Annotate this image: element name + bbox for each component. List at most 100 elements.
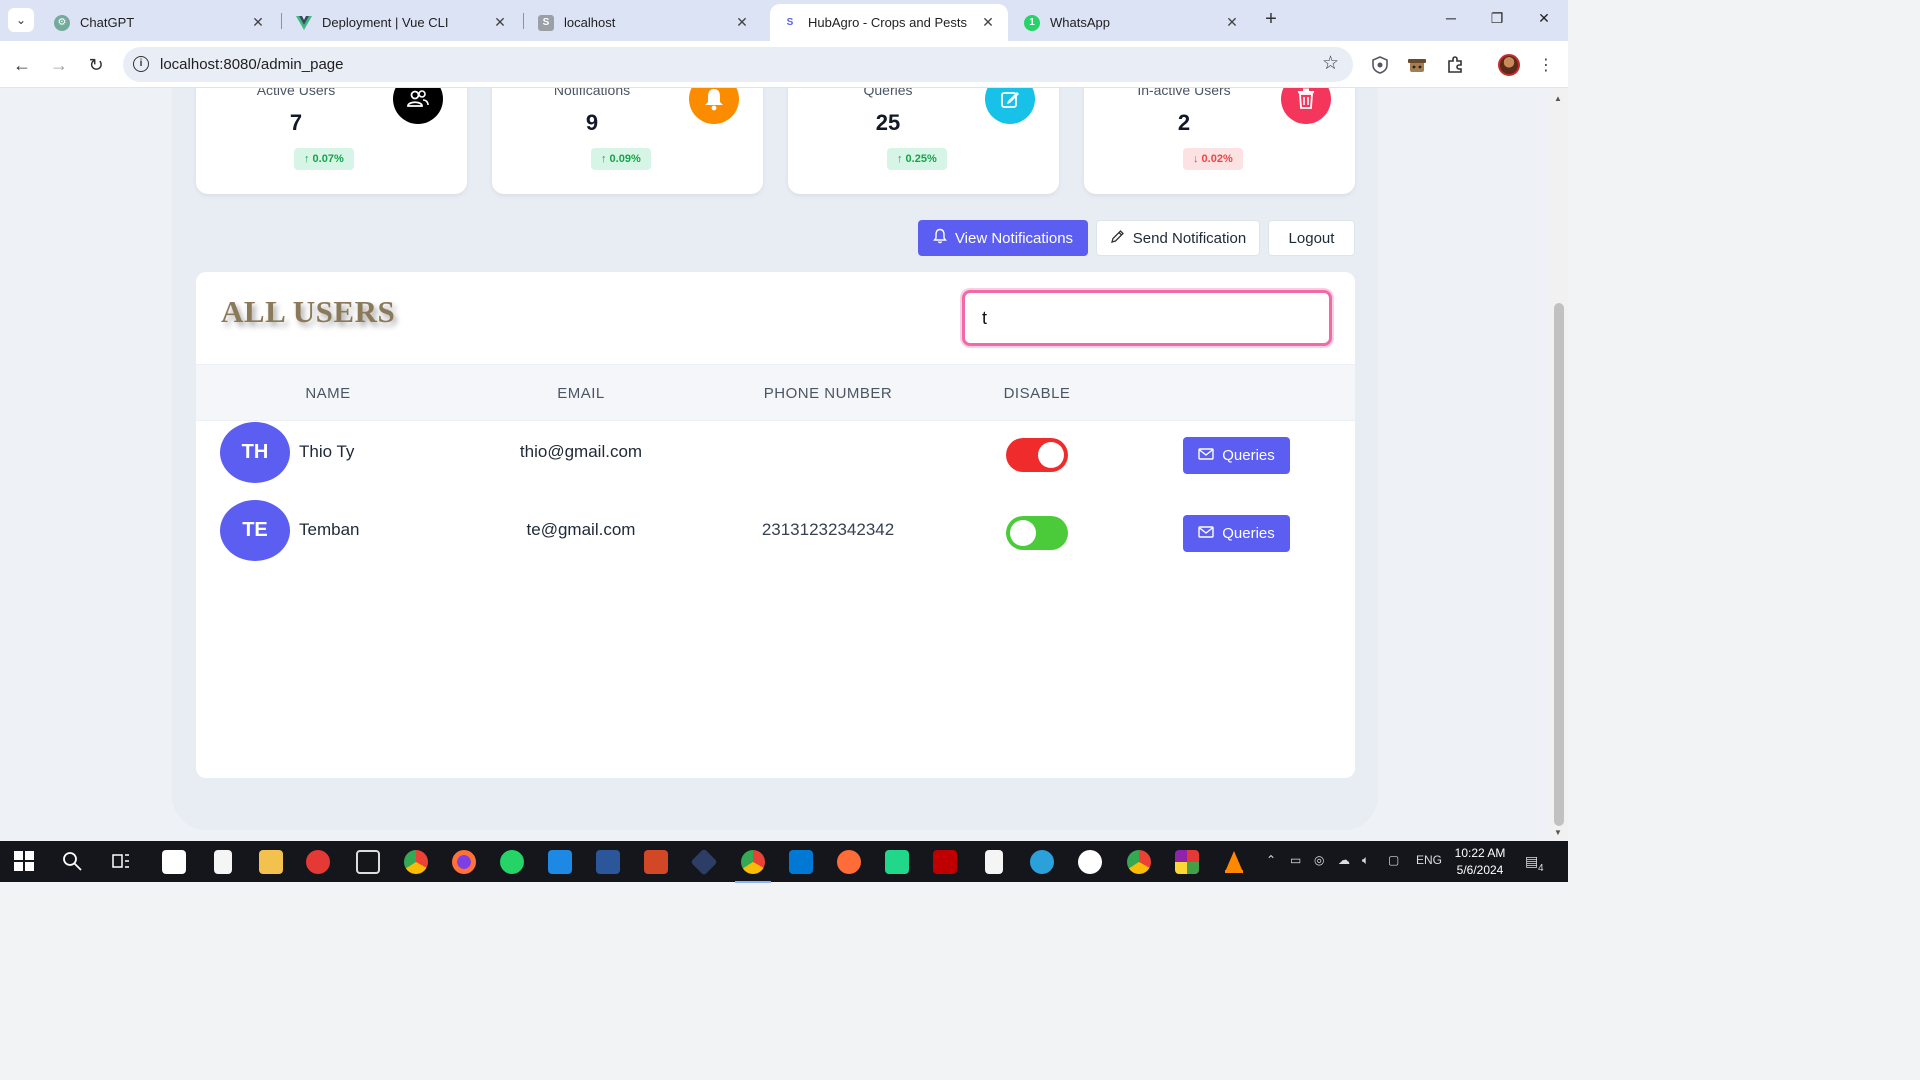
- disable-toggle[interactable]: [1006, 438, 1068, 472]
- url-text[interactable]: localhost:8080/admin_page: [160, 56, 343, 73]
- menu-kebab-icon[interactable]: ⋮: [1535, 54, 1557, 76]
- forward-icon[interactable]: →: [48, 54, 70, 76]
- extension-character-icon[interactable]: [1406, 54, 1428, 76]
- tab-search-button[interactable]: ⌄: [8, 8, 34, 32]
- mail-icon[interactable]: [548, 850, 572, 874]
- postman-icon[interactable]: [837, 850, 861, 874]
- queries-button[interactable]: Queries: [1183, 515, 1290, 552]
- task-view-icon[interactable]: [110, 850, 134, 874]
- column-header-disable: DISABLE: [1003, 385, 1071, 402]
- bell-outline-icon: [933, 228, 947, 248]
- tab-title: Deployment | Vue CLI: [322, 15, 449, 30]
- tab-vue-cli[interactable]: Deployment | Vue CLI ✕: [284, 4, 520, 41]
- user-name: Thio Ty: [299, 442, 355, 461]
- app-grid-icon[interactable]: [1175, 850, 1199, 874]
- stat-card-active-users: Active Users 7 ↑ 0.07%: [196, 88, 467, 194]
- queries-button[interactable]: Queries: [1183, 437, 1290, 474]
- search-icon[interactable]: [61, 850, 85, 874]
- avatar: TE: [220, 500, 290, 561]
- edit-icon: [985, 88, 1035, 124]
- firefox-icon[interactable]: [452, 850, 476, 874]
- column-header-phone: PHONE NUMBER: [763, 385, 893, 402]
- back-icon[interactable]: ←: [11, 54, 33, 76]
- scrollbar-thumb[interactable]: [1554, 303, 1564, 826]
- disable-toggle[interactable]: [1006, 516, 1068, 550]
- app-cube-icon[interactable]: [690, 848, 718, 876]
- scroll-down-icon[interactable]: ▼: [1554, 828, 1562, 837]
- close-icon[interactable]: ✕: [250, 14, 266, 31]
- word-icon[interactable]: [596, 850, 620, 874]
- bookmark-star-icon[interactable]: ☆: [1322, 52, 1339, 75]
- document-app-icon[interactable]: [214, 850, 232, 874]
- send-notification-button[interactable]: Send Notification: [1096, 220, 1260, 256]
- pycharm-icon[interactable]: [885, 850, 909, 874]
- site-info-icon[interactable]: i: [133, 56, 149, 72]
- search-input[interactable]: [962, 290, 1332, 346]
- stat-label: Queries: [863, 88, 913, 98]
- tab-hubagro[interactable]: S HubAgro - Crops and Pests ✕: [770, 4, 1008, 41]
- globe-icon[interactable]: ◎: [1314, 853, 1324, 867]
- windows-start-icon[interactable]: [13, 850, 37, 874]
- qr-app-icon[interactable]: [162, 850, 186, 874]
- battery-icon[interactable]: ▭: [1290, 853, 1301, 867]
- tab-divider: [281, 13, 282, 29]
- stat-value: 9: [585, 110, 599, 135]
- extensions-puzzle-icon[interactable]: [1444, 54, 1466, 76]
- stat-card-notifications: Notifications 9 ↑ 0.09%: [492, 88, 763, 194]
- tab-chatgpt[interactable]: ⚙ ChatGPT ✕: [42, 4, 278, 41]
- stat-label: Notifications: [553, 88, 631, 98]
- telegram-icon[interactable]: [1030, 850, 1054, 874]
- profile-avatar-icon[interactable]: [1498, 54, 1520, 76]
- vlc-icon[interactable]: [1223, 850, 1247, 874]
- view-notifications-button[interactable]: View Notifications: [918, 220, 1088, 256]
- section-title: ALL USERS: [221, 294, 396, 329]
- tab-whatsapp[interactable]: 1 WhatsApp ✕: [1012, 4, 1252, 41]
- display-icon[interactable]: ▢: [1388, 853, 1399, 867]
- mongodb-icon[interactable]: [1078, 850, 1102, 874]
- new-tab-button[interactable]: +: [1260, 8, 1282, 32]
- envelope-icon: [1198, 525, 1214, 542]
- chrome-alt-icon[interactable]: [1127, 850, 1151, 874]
- button-label: View Notifications: [954, 229, 1074, 247]
- restore-icon[interactable]: ❐: [1487, 10, 1507, 27]
- clock[interactable]: 10:22 AM 5/6/2024: [1448, 845, 1512, 879]
- bell-icon: [689, 88, 739, 124]
- s-icon: S: [538, 14, 554, 31]
- file-explorer-icon[interactable]: [259, 850, 283, 874]
- button-label: Send Notification: [1132, 229, 1247, 247]
- filezilla-icon[interactable]: [933, 850, 957, 874]
- vscode-icon[interactable]: [789, 850, 813, 874]
- chevron-up-icon[interactable]: ⌃: [1266, 853, 1276, 867]
- minimize-icon[interactable]: ─: [1441, 10, 1461, 26]
- notification-center-icon[interactable]: ▤: [1525, 853, 1538, 870]
- chrome-profile-icon[interactable]: [735, 850, 771, 883]
- powerpoint-icon[interactable]: [644, 850, 668, 874]
- language-indicator[interactable]: ENG: [1416, 853, 1442, 867]
- stat-label: Active Users: [256, 88, 336, 98]
- page-scrollbar[interactable]: ▲ ▼: [1550, 88, 1568, 841]
- logout-button[interactable]: Logout: [1268, 220, 1355, 256]
- close-icon[interactable]: ✕: [734, 14, 750, 31]
- tab-divider: [523, 13, 524, 29]
- whatsapp-taskbar-icon[interactable]: [500, 850, 524, 874]
- notepad-icon[interactable]: [985, 850, 1003, 874]
- stat-card-inactive-users: In-active Users 2 ↓ 0.02%: [1084, 88, 1355, 194]
- all-users-card: ALL USERS NAME EMAIL PHONE NUMBER DISABL…: [196, 272, 1355, 778]
- tab-title: localhost: [564, 15, 616, 30]
- close-icon[interactable]: ✕: [1224, 14, 1240, 31]
- address-bar[interactable]: i localhost:8080/admin_page ☆: [123, 47, 1353, 82]
- volume-icon[interactable]: 🔈︎: [1362, 853, 1369, 868]
- app-b-icon[interactable]: [356, 850, 380, 874]
- tab-title: HubAgro - Crops and Pests: [808, 15, 967, 30]
- avatar: TH: [220, 422, 290, 483]
- network-icon[interactable]: ☁: [1338, 853, 1350, 867]
- shield-icon[interactable]: [1369, 54, 1391, 76]
- close-window-icon[interactable]: ✕: [1534, 10, 1554, 27]
- chrome-icon[interactable]: [404, 850, 428, 874]
- scroll-up-icon[interactable]: ▲: [1554, 94, 1562, 103]
- close-icon[interactable]: ✕: [492, 14, 508, 31]
- tab-localhost[interactable]: S localhost ✕: [526, 4, 762, 41]
- reload-icon[interactable]: ↻: [85, 54, 107, 76]
- close-icon[interactable]: ✕: [980, 14, 996, 31]
- recorder-app-icon[interactable]: [306, 850, 330, 874]
